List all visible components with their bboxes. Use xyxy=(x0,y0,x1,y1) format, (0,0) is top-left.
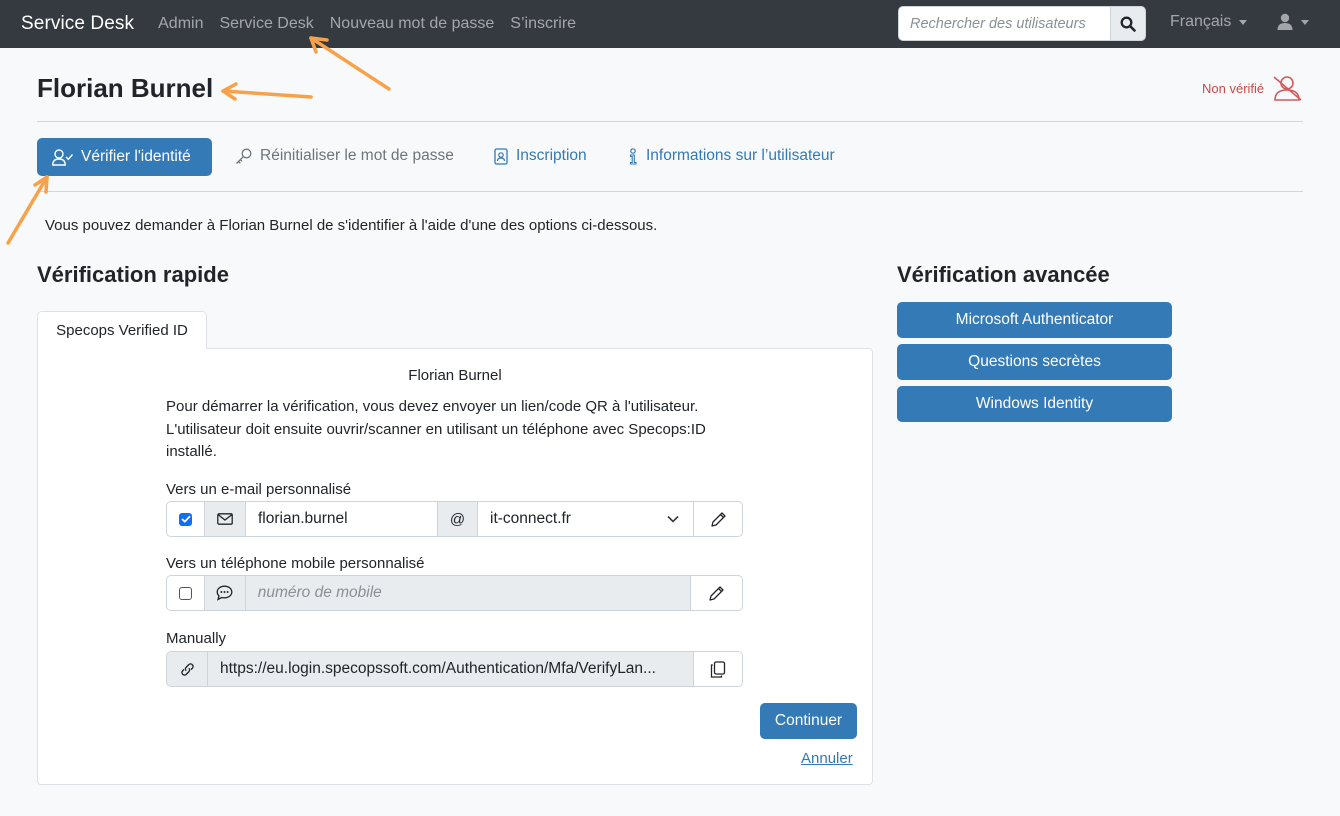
language-dropdown[interactable]: Français xyxy=(1170,13,1248,31)
copy-button[interactable] xyxy=(694,652,742,686)
email-input-group: florian.burnel @ it-connect.fr xyxy=(166,501,743,537)
mobile-number-field[interactable]: numéro de mobile xyxy=(245,576,692,610)
email-checkbox[interactable] xyxy=(167,502,205,536)
search-icon xyxy=(1120,16,1136,32)
check-icon xyxy=(180,515,191,523)
link-icon xyxy=(180,662,194,676)
page-title: Florian Burnel xyxy=(37,73,214,103)
continue-button[interactable]: Continuer xyxy=(760,703,857,739)
checkbox-checked xyxy=(179,512,192,526)
nav-register[interactable]: S’inscrire xyxy=(510,15,576,33)
verification-card: Florian Burnel Pour démarrer la vérifica… xyxy=(37,348,873,785)
envelope-addon xyxy=(205,502,246,536)
user-menu[interactable] xyxy=(1277,13,1309,31)
nav-service-desk[interactable]: Service Desk xyxy=(219,15,313,33)
windows-identity-button[interactable]: Windows Identity xyxy=(897,386,1172,422)
search-input[interactable] xyxy=(898,6,1110,41)
microsoft-authenticator-button[interactable]: Microsoft Authenticator xyxy=(897,302,1172,338)
email-domain-select[interactable]: it-connect.fr xyxy=(478,502,694,536)
key-icon xyxy=(236,148,252,164)
user-check-icon xyxy=(52,148,73,166)
language-label: Français xyxy=(1170,13,1232,30)
manual-label: Manually xyxy=(166,630,227,647)
divider xyxy=(37,121,1303,122)
sms-addon xyxy=(204,576,246,610)
pencil-icon xyxy=(709,585,724,601)
tab-verify-identity[interactable]: Vérifier l'identité xyxy=(37,138,212,176)
divider xyxy=(37,191,1303,192)
user-name: Florian Burnel xyxy=(408,367,502,384)
tab-reset-label: Réinitialiser le mot de passe xyxy=(260,147,454,164)
status-badge: Non vérifié xyxy=(1202,75,1303,101)
chevron-down-icon xyxy=(1239,19,1248,25)
intro-text: Vous pouvez demander à Florian Burnel de… xyxy=(45,217,658,234)
tab-reset-password[interactable]: Réinitialiser le mot de passe xyxy=(235,147,454,165)
info-icon xyxy=(629,147,637,165)
phone-label: Vers un téléphone mobile personnalisé xyxy=(166,555,425,572)
email-domain-value: it-connect.fr xyxy=(490,510,571,527)
phone-edit-button[interactable] xyxy=(691,576,742,610)
tab-verify-label: Vérifier l'identité xyxy=(81,148,191,165)
nav-new-password[interactable]: Nouveau mot de passe xyxy=(330,15,495,33)
chevron-down-icon xyxy=(1301,19,1309,25)
search-group xyxy=(898,6,1146,41)
phone-checkbox[interactable] xyxy=(167,576,205,610)
brand-link[interactable]: Service Desk xyxy=(21,13,134,35)
annotation-arrow xyxy=(6,175,49,245)
manual-link-group: https://eu.login.specopssoft.com/Authent… xyxy=(166,651,743,687)
cancel-link[interactable]: Annuler xyxy=(801,750,853,767)
tab-enrollment-label: Inscription xyxy=(516,147,587,164)
user-icon xyxy=(1277,13,1293,30)
annotation-arrow xyxy=(221,82,313,101)
chevron-down-icon xyxy=(667,515,679,523)
tab-user-info[interactable]: Informations sur l’utilisateur xyxy=(628,147,835,165)
email-user-field[interactable]: florian.burnel xyxy=(246,502,438,536)
phone-input-group: numéro de mobile xyxy=(166,575,743,611)
copy-icon xyxy=(710,660,726,678)
mobile-number-placeholder: numéro de mobile xyxy=(257,584,382,601)
email-label: Vers un e-mail personnalisé xyxy=(166,481,352,498)
verification-description: Pour démarrer la vérification, vous deve… xyxy=(166,398,706,460)
quick-verification-heading: Vérification rapide xyxy=(37,262,229,287)
nav-admin[interactable]: Admin xyxy=(158,15,203,33)
advanced-verification-heading: Vérification avancée xyxy=(897,262,1110,287)
at-addon: @ xyxy=(438,502,478,536)
tab-user-info-label: Informations sur l’utilisateur xyxy=(646,147,835,164)
user-unverified-icon xyxy=(1273,76,1302,101)
checkbox-unchecked xyxy=(178,586,192,600)
tab-specops-verified-id[interactable]: Specops Verified ID xyxy=(37,311,207,349)
chat-sms-icon xyxy=(216,585,233,601)
tab-enrollment[interactable]: Inscription xyxy=(494,147,587,165)
top-navbar: Service Desk Admin Service Desk Nouveau … xyxy=(0,0,1340,48)
email-edit-button[interactable] xyxy=(694,502,742,536)
status-label: Non vérifié xyxy=(1202,80,1265,96)
manual-url-field[interactable]: https://eu.login.specopssoft.com/Authent… xyxy=(208,652,694,686)
link-addon xyxy=(167,652,208,686)
search-button[interactable] xyxy=(1110,6,1146,41)
pencil-icon xyxy=(710,511,726,527)
id-card-icon xyxy=(494,147,508,165)
envelope-icon xyxy=(217,513,233,525)
secret-questions-button[interactable]: Questions secrètes xyxy=(897,344,1172,380)
